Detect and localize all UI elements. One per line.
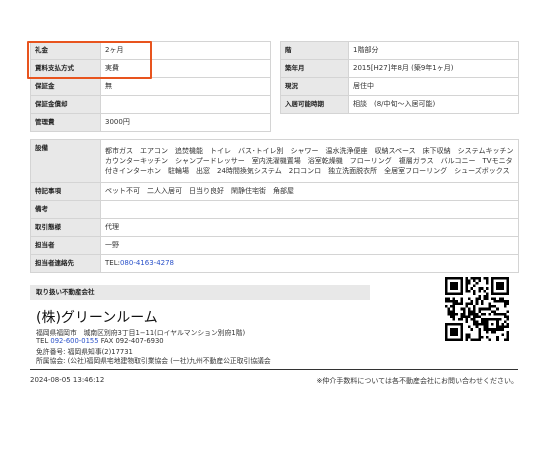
footer-note: ※仲介手数料については各不動産会社にお問い合わせください。 xyxy=(316,377,518,385)
contact-phone-link[interactable]: 080-4163-4278 xyxy=(120,259,174,267)
agency-header: 取り扱い不動産会社 xyxy=(30,285,370,300)
table-row: 特記事項 ペット不可 二人入居可 日当り良好 閑静住宅街 角部屋 xyxy=(30,182,519,201)
table-row: 管理費 3000円 xyxy=(30,113,271,132)
value-built-date: 2015[H27]年8月 (築9年1ヶ月) xyxy=(348,59,519,78)
agency-address: 福岡県福岡市 城南区別府3丁目1−11(ロイヤルマンション別府1階) xyxy=(36,329,246,337)
value-equipment: 都市ガス エアコン 追焚機能 トイレ バス･トイレ別 シャワー 温水洗浄便座 収… xyxy=(100,139,519,183)
table-row: 築年月 2015[H27]年8月 (築9年1ヶ月) xyxy=(280,59,519,78)
qr-code xyxy=(445,277,509,341)
agency-name: (株)グリーンルーム xyxy=(36,310,158,326)
key-remarks: 備考 xyxy=(30,200,101,219)
highlight-box xyxy=(27,41,152,79)
key-status: 現況 xyxy=(280,77,349,96)
key-built-date: 築年月 xyxy=(280,59,349,78)
footer-divider xyxy=(30,369,518,370)
value-features: ペット不可 二人入居可 日当り良好 閑静住宅街 角部屋 xyxy=(100,182,519,201)
agency-tel-link[interactable]: 092-600-0155 xyxy=(50,337,98,345)
contact-prefix: TEL: xyxy=(105,259,120,267)
value-status: 居住中 xyxy=(348,77,519,96)
key-features: 特記事項 xyxy=(30,182,101,201)
key-management-fee: 管理費 xyxy=(30,113,101,132)
value-remarks xyxy=(100,200,519,219)
value-deposit-amortization xyxy=(100,95,271,114)
table-row: 保証金 無 xyxy=(30,77,271,96)
value-deposit: 無 xyxy=(100,77,271,96)
property-table-right: 階 1階部分 築年月 2015[H27]年8月 (築9年1ヶ月) 現況 居住中 … xyxy=(280,41,519,114)
value-contact: TEL:080-4163-4278 xyxy=(100,254,519,273)
agency-fax: FAX 092-407-6930 xyxy=(100,337,164,345)
table-row: 担当者連絡先 TEL:080-4163-4278 xyxy=(30,254,519,273)
value-contact-person: 一野 xyxy=(100,236,519,255)
value-floor: 1階部分 xyxy=(348,41,519,60)
table-row: 現況 居住中 xyxy=(280,77,519,96)
key-equipment: 設備 xyxy=(30,139,101,183)
table-row: 備考 xyxy=(30,200,519,219)
value-management-fee: 3000円 xyxy=(100,113,271,132)
agency-association: 所属協会: (公社)福岡県宅地建物取引業協会 (一社)九州不動産公正取引協議会 xyxy=(36,357,271,365)
key-contact: 担当者連絡先 xyxy=(30,254,101,273)
value-transaction: 代理 xyxy=(100,218,519,237)
key-contact-person: 担当者 xyxy=(30,236,101,255)
details-table: 設備 都市ガス エアコン 追焚機能 トイレ バス･トイレ別 シャワー 温水洗浄便… xyxy=(30,139,519,273)
key-transaction: 取引態様 xyxy=(30,218,101,237)
table-row: 担当者 一野 xyxy=(30,236,519,255)
value-move-in: 相談 (8/中旬〜入居可能) xyxy=(348,95,519,114)
table-row: 取引態様 代理 xyxy=(30,218,519,237)
table-row: 入居可能時期 相談 (8/中旬〜入居可能) xyxy=(280,95,519,114)
table-row: 保証金償却 xyxy=(30,95,271,114)
agency-tel-label: TEL xyxy=(36,337,49,345)
agency-contact-line: TEL 092-600-0155 FAX 092-407-6930 xyxy=(36,337,164,345)
key-deposit: 保証金 xyxy=(30,77,101,96)
key-move-in: 入居可能時期 xyxy=(280,95,349,114)
footer-timestamp: 2024-08-05 13:46:12 xyxy=(30,376,105,384)
key-deposit-amortization: 保証金償却 xyxy=(30,95,101,114)
table-row: 設備 都市ガス エアコン 追焚機能 トイレ バス･トイレ別 シャワー 温水洗浄便… xyxy=(30,139,519,183)
key-floor: 階 xyxy=(280,41,349,60)
table-row: 階 1階部分 xyxy=(280,41,519,60)
